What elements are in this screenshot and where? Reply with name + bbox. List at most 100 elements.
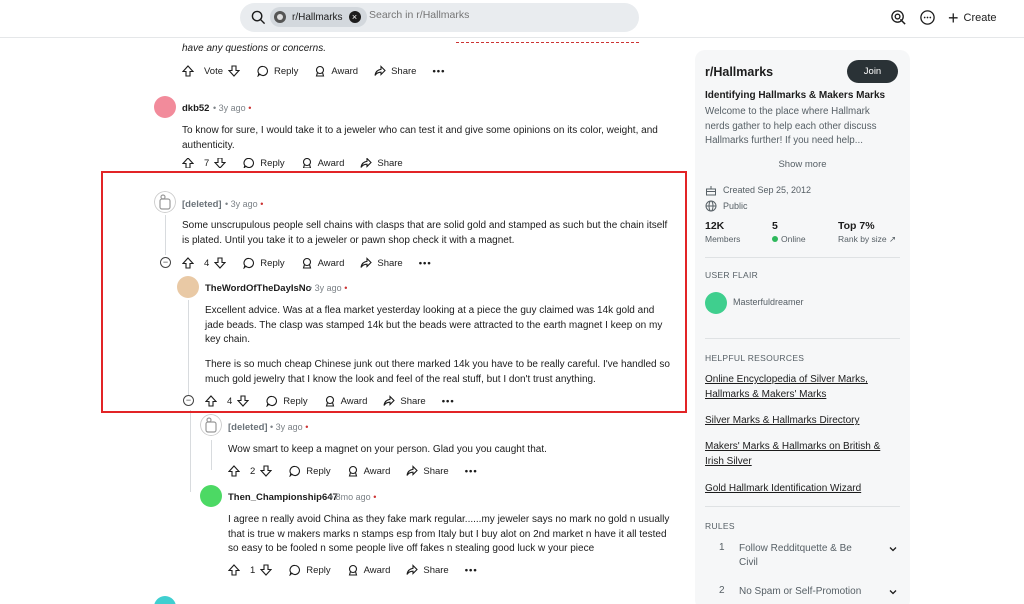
upvote-icon[interactable] — [182, 158, 194, 168]
reply-icon — [257, 65, 269, 77]
avatar[interactable] — [154, 596, 176, 604]
upvote-icon[interactable] — [182, 65, 194, 77]
resource-link[interactable]: Online Encyclopedia of Silver Marks, Hal… — [705, 373, 895, 402]
share-button[interactable]: Share — [383, 395, 426, 407]
vote-control: 7 — [182, 158, 231, 168]
rank-label[interactable]: Rank by size ↗ — [838, 234, 896, 245]
reply-button[interactable]: Reply — [257, 65, 298, 77]
join-button[interactable]: Join — [847, 60, 898, 83]
share-button[interactable]: Share — [406, 564, 449, 576]
thread-line — [190, 410, 191, 492]
award-label: Award — [340, 395, 368, 407]
share-icon — [374, 65, 386, 76]
share-button[interactable]: Share — [406, 465, 449, 477]
resource-link[interactable]: Makers' Marks & Hallmarks on British & I… — [705, 440, 895, 469]
share-icon — [383, 395, 396, 406]
avatar[interactable] — [177, 276, 199, 298]
community-chip[interactable]: r/Hallmarks × — [270, 7, 367, 27]
award-icon — [348, 564, 357, 576]
avatar[interactable] — [200, 485, 222, 507]
reply-label: Reply — [283, 395, 308, 407]
clear-community-icon[interactable]: × — [348, 11, 361, 23]
comment-author[interactable]: TheWordOfTheDayIsNo — [205, 283, 311, 294]
comment-actions: Vote Reply Award Share ••• — [182, 63, 445, 79]
rule-number: 1 — [719, 542, 725, 553]
external-link-icon: ↗ — [889, 234, 897, 244]
share-button[interactable]: Share — [360, 257, 403, 269]
award-button[interactable]: Award — [347, 564, 390, 576]
collapse-thread-icon[interactable]: − — [183, 395, 194, 406]
comment-age: • 3y ago • — [225, 199, 264, 209]
downvote-icon[interactable] — [214, 158, 227, 168]
advertise-icon[interactable] — [890, 9, 907, 26]
comment-author[interactable]: Then_Championship647 — [228, 492, 338, 503]
share-label: Share — [423, 465, 449, 477]
flair-name[interactable]: Masterfuldreamer — [733, 297, 804, 307]
downvote-icon[interactable] — [237, 395, 250, 407]
comment-text: Excellent advice. Was at a flea market y… — [205, 305, 663, 346]
award-button[interactable]: Award — [324, 395, 368, 407]
link-underline — [456, 40, 639, 43]
upvote-icon[interactable] — [228, 465, 240, 477]
reply-icon — [243, 158, 255, 168]
reply-label: Reply — [260, 257, 285, 269]
community-description: Welcome to the place where Hallmark nerd… — [705, 106, 877, 147]
reply-button[interactable]: Reply — [243, 158, 285, 168]
community-headline: Identifying Hallmarks & Makers Marks — [705, 90, 886, 101]
upvote-icon[interactable] — [182, 257, 194, 269]
downvote-icon[interactable] — [260, 465, 273, 477]
user-flair-heading: USER FLAIR — [705, 270, 759, 280]
chat-icon[interactable] — [919, 9, 936, 26]
more-options-button[interactable]: ••• — [465, 565, 478, 576]
reply-button[interactable]: Reply — [243, 257, 285, 269]
award-button[interactable]: Award — [301, 158, 344, 168]
reply-button[interactable]: Reply — [289, 465, 331, 477]
upvote-icon[interactable] — [228, 564, 240, 576]
downvote-icon[interactable] — [214, 257, 227, 269]
downvote-icon[interactable] — [260, 564, 273, 576]
more-options-button[interactable]: ••• — [442, 396, 455, 407]
downvote-icon[interactable] — [228, 65, 241, 77]
divider — [705, 506, 900, 507]
created-date-row: Created Sep 25, 2012 — [705, 184, 811, 196]
community-sidebar: r/Hallmarks Join Identifying Hallmarks &… — [695, 50, 910, 604]
more-options-button[interactable]: ••• — [432, 66, 445, 77]
resource-link[interactable]: Silver Marks & Hallmarks Directory — [705, 414, 895, 429]
chevron-down-icon — [889, 590, 897, 595]
rule-item[interactable]: 1 Follow Redditquette & Be Civil — [705, 542, 900, 572]
collapse-thread-icon[interactable]: − — [160, 257, 171, 268]
award-button[interactable]: Award — [301, 257, 344, 269]
more-options-button[interactable]: ••• — [465, 466, 478, 477]
show-more-button[interactable]: Show more — [695, 159, 910, 170]
vote-control: 2 — [228, 465, 277, 477]
vote-control: Vote — [182, 65, 245, 77]
share-button[interactable]: Share — [374, 65, 416, 77]
community-title[interactable]: r/Hallmarks — [705, 65, 773, 79]
comment-text: have any questions or concerns. — [182, 43, 326, 54]
community-logo-icon — [274, 11, 286, 23]
online-label: Online — [772, 234, 806, 244]
reply-icon — [243, 257, 255, 269]
rule-item[interactable]: 2 No Spam or Self-Promotion — [705, 585, 900, 601]
comment-age: • 3y ago • — [309, 283, 348, 293]
create-button[interactable]: + Create — [948, 8, 997, 28]
upvote-icon[interactable] — [205, 395, 217, 407]
comment-age: • 3y ago • — [213, 103, 252, 113]
award-button[interactable]: Award — [347, 465, 390, 477]
search-input[interactable] — [369, 9, 619, 21]
share-button[interactable]: Share — [360, 158, 403, 168]
comment-author[interactable]: dkb52 — [182, 103, 209, 114]
award-button[interactable]: Award — [314, 65, 358, 77]
more-options-button[interactable]: ••• — [419, 258, 432, 269]
comment-age-text: 3y ago — [314, 283, 342, 293]
rule-text: Follow Redditquette & Be Civil — [739, 543, 852, 568]
comment-text: I agree n really avoid China as they fak… — [228, 514, 670, 555]
online-label-text: Online — [781, 234, 806, 244]
plus-icon: + — [948, 8, 959, 28]
avatar[interactable] — [154, 96, 176, 118]
share-icon — [406, 564, 419, 575]
award-icon — [302, 257, 311, 269]
reply-button[interactable]: Reply — [289, 564, 331, 576]
resource-link[interactable]: Gold Hallmark Identification Wizard — [705, 482, 895, 497]
reply-button[interactable]: Reply — [266, 395, 308, 407]
